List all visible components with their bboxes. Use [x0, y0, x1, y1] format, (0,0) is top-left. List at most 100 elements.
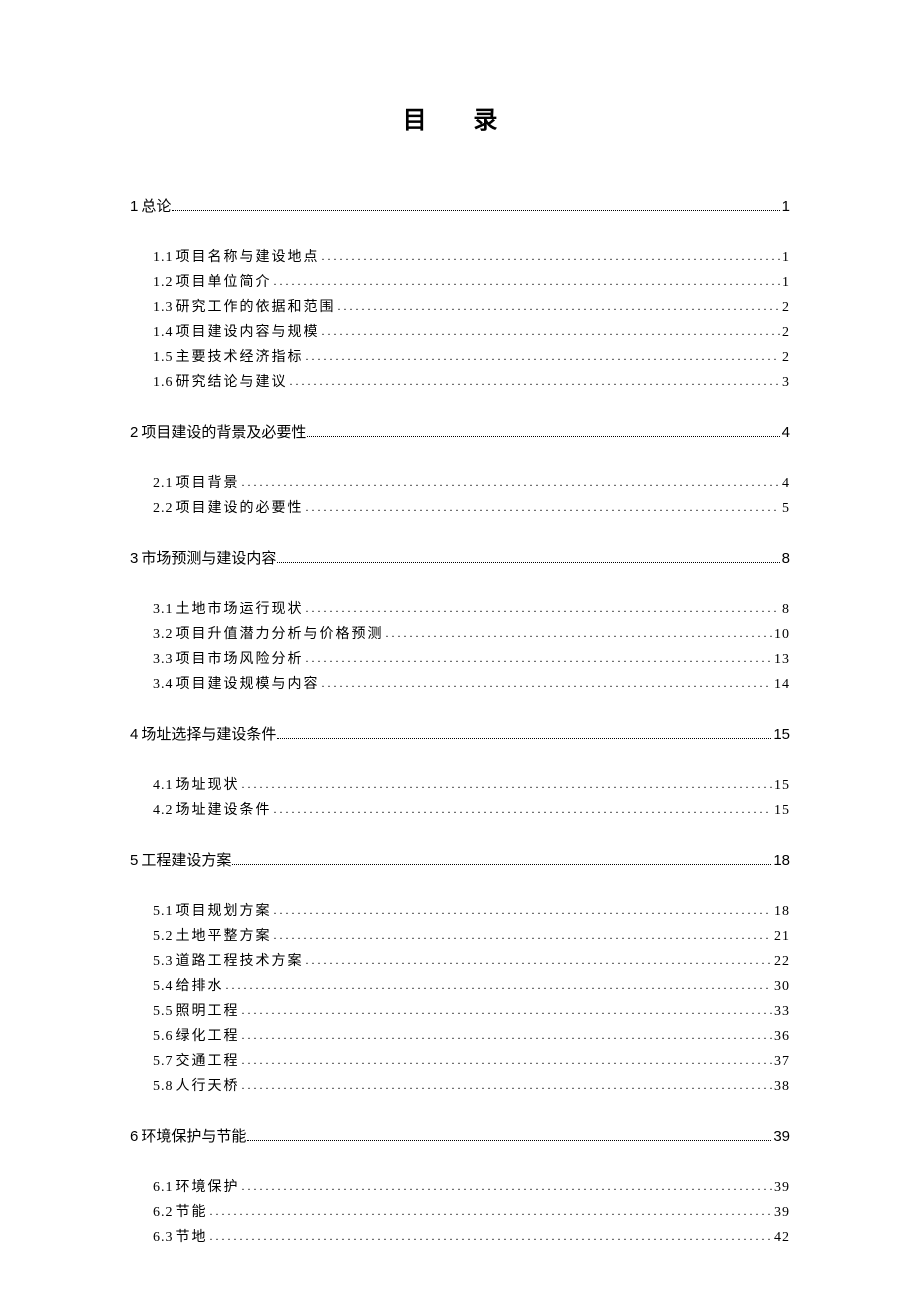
toc-entry-level2[interactable]: 1.5主要技术经济指标2: [153, 346, 790, 366]
toc-entry-level2[interactable]: 4.1场址现状15: [153, 774, 790, 794]
toc-entry-level2[interactable]: 1.2项目单位简介1: [153, 271, 790, 291]
page-title: 目 录: [130, 100, 790, 135]
toc-entry-number: 5.8: [153, 1079, 174, 1095]
toc-leader: [242, 1179, 773, 1194]
toc-entry-page: 13: [774, 652, 790, 668]
toc-entry-number: 6: [130, 1128, 138, 1145]
toc-entry-level2[interactable]: 1.3研究工作的依据和范围2: [153, 296, 790, 316]
toc-section: 2项目建设的背景及必要性4 2.1项目背景4 2.2项目建设的必要性5: [130, 421, 790, 517]
toc-entry-level2[interactable]: 2.1项目背景4: [153, 472, 790, 492]
toc-entry-level1[interactable]: 1总论1: [130, 195, 790, 216]
toc-leader: [338, 299, 781, 314]
toc-entry-text: 土地平整方案: [176, 925, 272, 945]
toc-leader: [306, 601, 781, 616]
toc-entry-number: 5.7: [153, 1054, 174, 1070]
toc-entry-number: 5.3: [153, 954, 174, 970]
toc-entry-text: 市场预测与建设内容: [141, 547, 276, 568]
toc-entry-text: 项目规划方案: [176, 900, 272, 920]
toc-entry-number: 2.2: [153, 501, 174, 517]
toc-entry-number: 1.3: [153, 300, 174, 316]
toc-entry-level2[interactable]: 3.3项目市场风险分析 13: [153, 648, 790, 668]
toc-leader: [306, 500, 781, 515]
toc-entry-page: 15: [774, 803, 790, 819]
toc-entry-number: 4.2: [153, 803, 174, 819]
toc-entry-text: 照明工程: [176, 1000, 240, 1020]
toc-entry-page: 36: [774, 1029, 790, 1045]
toc-entry-level2[interactable]: 5.1项目规划方案18: [153, 900, 790, 920]
toc-leader: [242, 1078, 773, 1093]
toc-entry-number: 5.4: [153, 979, 174, 995]
toc-entry-level1[interactable]: 5工程建设方案18: [130, 849, 790, 870]
toc-entry-level2[interactable]: 3.1土地市场运行现状 8: [153, 598, 790, 618]
toc-entry-number: 1.2: [153, 275, 174, 291]
toc-entry-number: 1.4: [153, 325, 174, 341]
toc-leader: [307, 436, 779, 437]
toc-section: 3市场预测与建设内容8 3.1土地市场运行现状 8 3.2项目升值潜力分析与价格预测1…: [130, 547, 790, 693]
toc-entry-text: 环境保护: [176, 1176, 240, 1196]
toc-entry-text: 项目名称与建设地点: [176, 246, 320, 266]
toc-leader: [242, 475, 781, 490]
toc-entry-text: 环境保护与节能: [141, 1125, 246, 1146]
toc-leader: [306, 651, 773, 666]
toc-leader: [232, 864, 771, 865]
toc-entry-number: 3.4: [153, 677, 174, 693]
toc-entry-level2[interactable]: 5.8人行天桥38: [153, 1075, 790, 1095]
toc-entry-number: 5.5: [153, 1004, 174, 1020]
toc-entry-level2[interactable]: 5.5照明工程 33: [153, 1000, 790, 1020]
toc-entry-level2[interactable]: 6.3节地42: [153, 1226, 790, 1246]
toc-leader: [247, 1140, 771, 1141]
toc-leader: [242, 777, 773, 792]
toc-entry-text: 场址建设条件: [176, 799, 272, 819]
toc-entry-number: 5: [130, 852, 138, 869]
toc-entry-level1[interactable]: 6环境保护与节能39: [130, 1125, 790, 1146]
toc-entry-level2[interactable]: 5.7交通工程37: [153, 1050, 790, 1070]
toc-entry-text: 项目升值潜力分析与价格预测: [176, 623, 384, 643]
toc-entry-level2[interactable]: 1.1项目名称与建设地点1: [153, 246, 790, 266]
toc-entry-text: 项目建设的背景及必要性: [141, 421, 306, 442]
toc-entry-text: 研究结论与建议: [176, 371, 288, 391]
toc-entry-text: 项目建设内容与规模: [176, 321, 320, 341]
toc-entry-page: 8: [782, 602, 790, 618]
toc-leader: [242, 1028, 773, 1043]
toc-entry-text: 土地市场运行现状: [176, 598, 304, 618]
toc-entry-level2[interactable]: 2.2项目建设的必要性5: [153, 497, 790, 517]
toc-leader: [274, 903, 773, 918]
toc-entry-text: 总论: [141, 195, 171, 216]
toc-entry-level2[interactable]: 5.3 道路工程技术方案22: [153, 950, 790, 970]
toc-entry-text: 主要技术经济指标: [176, 346, 304, 366]
toc-leader: [274, 802, 773, 817]
toc-entry-text: 节地: [176, 1226, 208, 1246]
toc-entry-number: 1.5: [153, 350, 174, 366]
toc-leader: [386, 626, 773, 641]
toc-entry-number: 3.1: [153, 602, 174, 618]
toc-entry-level1[interactable]: 3市场预测与建设内容8: [130, 547, 790, 568]
toc-entry-level2[interactable]: 5.4给排水30: [153, 975, 790, 995]
toc-entry-level2[interactable]: 3.2项目升值潜力分析与价格预测10: [153, 623, 790, 643]
toc-entry-level2[interactable]: 4.2场址建设条件 15: [153, 799, 790, 819]
toc-entry-level2[interactable]: 1.6研究结论与建议3: [153, 371, 790, 391]
toc-entry-page: 33: [774, 1004, 790, 1020]
toc-entry-level1[interactable]: 2项目建设的背景及必要性4: [130, 421, 790, 442]
toc-entry-page: 39: [774, 1205, 790, 1221]
toc-entry-level2[interactable]: 6.1环境保护39: [153, 1176, 790, 1196]
toc-leader: [242, 1053, 773, 1068]
toc-leader: [306, 953, 773, 968]
toc-entry-number: 3.3: [153, 652, 174, 668]
toc-entry-number: 1.6: [153, 375, 174, 391]
toc-leader: [322, 676, 773, 691]
toc-entry-number: 2: [130, 424, 138, 441]
toc-entry-level2[interactable]: 3.4项目建设规模与内容14: [153, 673, 790, 693]
toc-entry-number: 6.2: [153, 1205, 174, 1221]
toc-entry-level2[interactable]: 1.4项目建设内容与规模2: [153, 321, 790, 341]
toc-entry-level2[interactable]: 5.6绿化工程36: [153, 1025, 790, 1045]
toc-leader: [226, 978, 773, 993]
toc-entry-page: 1: [782, 275, 790, 291]
toc-leader: [242, 1003, 773, 1018]
toc-entry-text: 项目市场风险分析: [176, 648, 304, 668]
toc-entry-number: 5.1: [153, 904, 174, 920]
toc-entry-level2[interactable]: 6.2节能39: [153, 1201, 790, 1221]
toc-entry-page: 37: [774, 1054, 790, 1070]
toc-entry-text: 项目背景: [176, 472, 240, 492]
toc-entry-level2[interactable]: 5.2土地平整方案21: [153, 925, 790, 945]
toc-entry-level1[interactable]: 4场址选择与建设条件15: [130, 723, 790, 744]
